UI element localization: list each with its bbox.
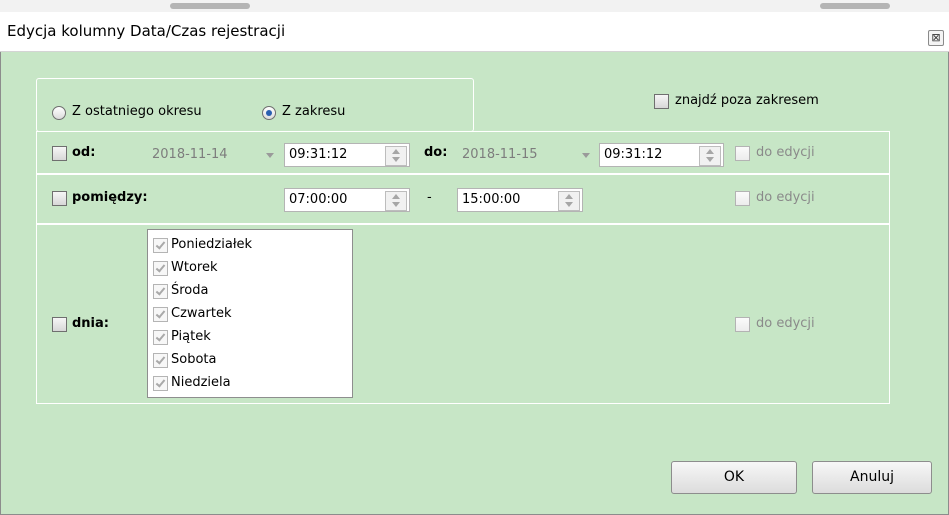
day-checkbox[interactable]	[153, 307, 168, 322]
day-checkbox[interactable]	[153, 353, 168, 368]
day-checkbox[interactable]	[153, 330, 168, 345]
day-checkbox[interactable]	[153, 284, 168, 299]
to-date-value: 2018-11-15	[462, 147, 538, 162]
find-outside-range-checkbox[interactable]	[654, 94, 669, 109]
day-label: Poniedziałek	[171, 237, 253, 252]
day-checkbox[interactable]	[153, 261, 168, 276]
background-blur	[170, 3, 250, 9]
day-label: Czwartek	[171, 306, 232, 321]
close-icon: ⊠	[931, 31, 941, 44]
between-end-time-value: 15:00:00	[462, 192, 521, 207]
range-from-label[interactable]: od:	[72, 145, 95, 160]
range-edit-checkbox[interactable]	[735, 146, 750, 161]
spin-arrows-icon[interactable]	[385, 191, 407, 211]
between-checkbox[interactable]	[52, 191, 67, 206]
range-from-checkbox[interactable]	[52, 146, 67, 161]
days-edit-checkbox[interactable]	[735, 317, 750, 332]
between-start-time-spinner[interactable]: 07:00:00	[284, 188, 410, 212]
ok-button[interactable]: OK	[671, 461, 797, 494]
radio-last-period-label[interactable]: Z ostatniego okresu	[72, 104, 202, 119]
to-date-dropdown[interactable]: 2018-11-15	[457, 143, 597, 167]
day-label: Piątek	[171, 329, 211, 344]
days-checklist: Poniedziałek Wtorek Środa Czwartek Piąte…	[147, 229, 353, 398]
days-checkbox[interactable]	[52, 317, 67, 332]
between-label[interactable]: pomiędzy:	[72, 190, 148, 205]
cancel-button[interactable]: Anuluj	[812, 461, 932, 494]
radio-range[interactable]	[262, 106, 276, 120]
day-checkbox[interactable]	[153, 376, 168, 391]
day-label: Środa	[171, 283, 209, 298]
chevron-down-icon	[582, 153, 590, 158]
day-checkbox[interactable]	[153, 238, 168, 253]
range-edit-label: do edycji	[756, 145, 815, 160]
spin-arrows-icon[interactable]	[385, 146, 407, 166]
from-date-dropdown[interactable]: 2018-11-14	[147, 143, 281, 167]
from-time-spinner[interactable]: 09:31:12	[284, 143, 410, 167]
spin-arrows-icon[interactable]	[558, 191, 580, 211]
from-date-value: 2018-11-14	[152, 147, 228, 162]
radio-last-period[interactable]	[52, 106, 66, 120]
to-time-spinner[interactable]: 09:31:12	[599, 143, 724, 167]
days-edit-label: do edycji	[756, 316, 815, 331]
between-end-time-spinner[interactable]: 15:00:00	[457, 188, 583, 212]
to-time-value: 09:31:12	[604, 147, 663, 162]
background-blur	[820, 3, 890, 9]
between-separator: -	[427, 190, 432, 205]
from-time-value: 09:31:12	[289, 147, 348, 162]
chevron-down-icon	[266, 153, 274, 158]
spin-arrows-icon[interactable]	[699, 146, 721, 166]
find-outside-range-label[interactable]: znajdź poza zakresem	[675, 93, 819, 108]
dialog-title: Edycja kolumny Data/Czas rejestracji	[7, 22, 286, 40]
between-edit-checkbox[interactable]	[735, 191, 750, 206]
close-button[interactable]: ⊠	[928, 30, 944, 46]
day-label: Niedziela	[171, 375, 231, 390]
day-label: Sobota	[171, 352, 217, 367]
radio-range-label[interactable]: Z zakresu	[282, 104, 345, 119]
between-start-time-value: 07:00:00	[289, 192, 348, 207]
between-edit-label: do edycji	[756, 190, 815, 205]
days-label[interactable]: dnia:	[72, 316, 109, 331]
day-label: Wtorek	[171, 260, 218, 275]
range-to-label: do:	[424, 145, 448, 160]
